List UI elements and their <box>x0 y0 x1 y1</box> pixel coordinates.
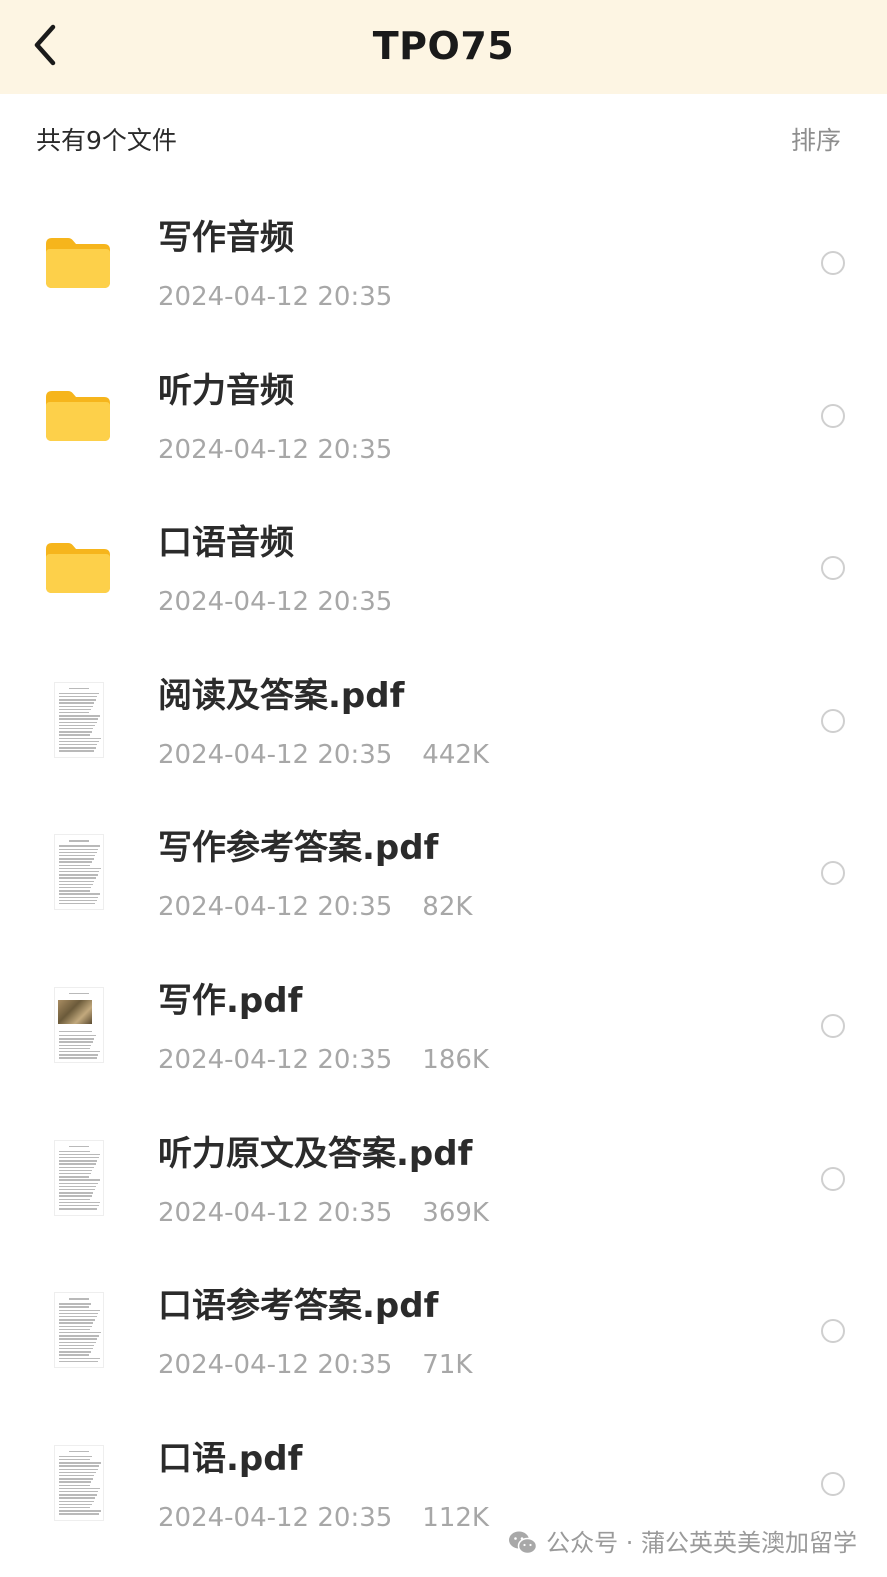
select-radio[interactable] <box>821 708 845 733</box>
watermark-text: 公众号 · 蒲公英英美澳加留学 <box>546 1529 857 1557</box>
file-date: 2024-04-12 20:35 <box>158 587 393 618</box>
file-meta: 2024-04-12 20:35 112K <box>158 1501 489 1535</box>
pdf-thumbnail-icon <box>54 681 104 758</box>
sort-button[interactable]: 排序 <box>791 124 841 158</box>
file-name: 听力原文及答案.pdf <box>158 1133 473 1174</box>
file-size: 112K <box>422 1502 489 1533</box>
pdf-thumbnail-icon <box>54 1139 104 1216</box>
select-radio[interactable] <box>821 251 845 275</box>
file-meta: 2024-04-12 20:35 <box>158 433 392 467</box>
pdf-thumbnail-icon <box>54 834 104 911</box>
top-nav-bar: TPO75 <box>0 0 887 94</box>
file-row[interactable]: 口语音频 2024-04-12 20:35 <box>0 491 887 644</box>
select-radio[interactable] <box>821 861 845 886</box>
file-meta: 2024-04-12 20:35 186K <box>158 1043 489 1077</box>
select-radio[interactable] <box>821 1166 845 1191</box>
file-name: 口语音频 <box>158 523 294 564</box>
select-radio[interactable] <box>821 1319 845 1344</box>
file-count-label: 共有9个文件 <box>36 126 177 155</box>
file-date: 2024-04-12 20:35 <box>158 892 393 923</box>
file-name: 阅读及答案.pdf <box>158 675 405 716</box>
watermark: 公众号 · 蒲公英英美澳加留学 <box>508 1527 857 1559</box>
file-name: 口语参考答案.pdf <box>158 1286 439 1327</box>
folder-icon <box>42 379 114 451</box>
file-row[interactable]: 口语参考答案.pdf 2024-04-12 20:35 71K <box>0 1254 887 1407</box>
select-radio[interactable] <box>821 556 845 581</box>
file-meta: 2024-04-12 20:35 71K <box>158 1348 472 1382</box>
file-list: 写作音频 2024-04-12 20:35 听力音频 2024-04-12 20:35… <box>0 186 887 1559</box>
select-radio[interactable] <box>821 1471 845 1496</box>
file-meta: 2024-04-12 20:35 82K <box>158 890 472 924</box>
file-meta: 2024-04-12 20:35 <box>158 280 392 314</box>
file-name: 口语.pdf <box>158 1438 303 1479</box>
file-name: 听力音频 <box>158 370 294 411</box>
select-radio[interactable] <box>821 1013 845 1038</box>
file-date: 2024-04-12 20:35 <box>158 282 393 312</box>
folder-icon <box>42 531 114 603</box>
list-toolbar: 共有9个文件 排序 <box>0 94 887 190</box>
file-date: 2024-04-12 20:35 <box>158 1044 393 1075</box>
file-date: 2024-04-12 20:35 <box>158 1350 393 1381</box>
file-date: 2024-04-12 20:35 <box>158 739 393 770</box>
pdf-thumbnail-icon <box>54 1292 104 1369</box>
file-date: 2024-04-12 20:35 <box>158 1197 393 1228</box>
file-name: 写作音频 <box>158 218 294 258</box>
file-date: 2024-04-12 20:35 <box>158 434 393 465</box>
file-size: 442K <box>422 739 489 770</box>
file-row[interactable]: 阅读及答案.pdf 2024-04-12 20:35 442K <box>0 644 887 797</box>
file-date: 2024-04-12 20:35 <box>158 1502 393 1533</box>
file-meta: 2024-04-12 20:35 369K <box>158 1196 489 1230</box>
file-size: 186K <box>422 1044 489 1075</box>
file-row[interactable]: 听力原文及答案.pdf 2024-04-12 20:35 369K <box>0 1102 887 1255</box>
wechat-icon <box>509 1531 538 1555</box>
folder-icon <box>42 226 114 298</box>
file-name: 写作参考答案.pdf <box>158 828 439 869</box>
file-row[interactable]: 听力音频 2024-04-12 20:35 <box>0 339 887 492</box>
pdf-thumbnail-icon <box>54 986 104 1063</box>
file-size: 82K <box>422 892 473 923</box>
file-name: 写作.pdf <box>158 980 303 1021</box>
file-size: 369K <box>422 1197 489 1228</box>
file-row[interactable]: 写作.pdf 2024-04-12 20:35 186K <box>0 949 887 1102</box>
file-row[interactable]: 写作参考答案.pdf 2024-04-12 20:35 82K <box>0 796 887 949</box>
file-row[interactable]: 写作音频 2024-04-12 20:35 <box>0 186 887 339</box>
select-radio[interactable] <box>821 403 845 428</box>
page-title: TPO75 <box>372 24 515 68</box>
file-meta: 2024-04-12 20:35 <box>158 585 392 619</box>
file-size: 71K <box>422 1350 473 1381</box>
pdf-thumbnail-icon <box>54 1444 104 1521</box>
file-meta: 2024-04-12 20:35 442K <box>158 738 489 772</box>
